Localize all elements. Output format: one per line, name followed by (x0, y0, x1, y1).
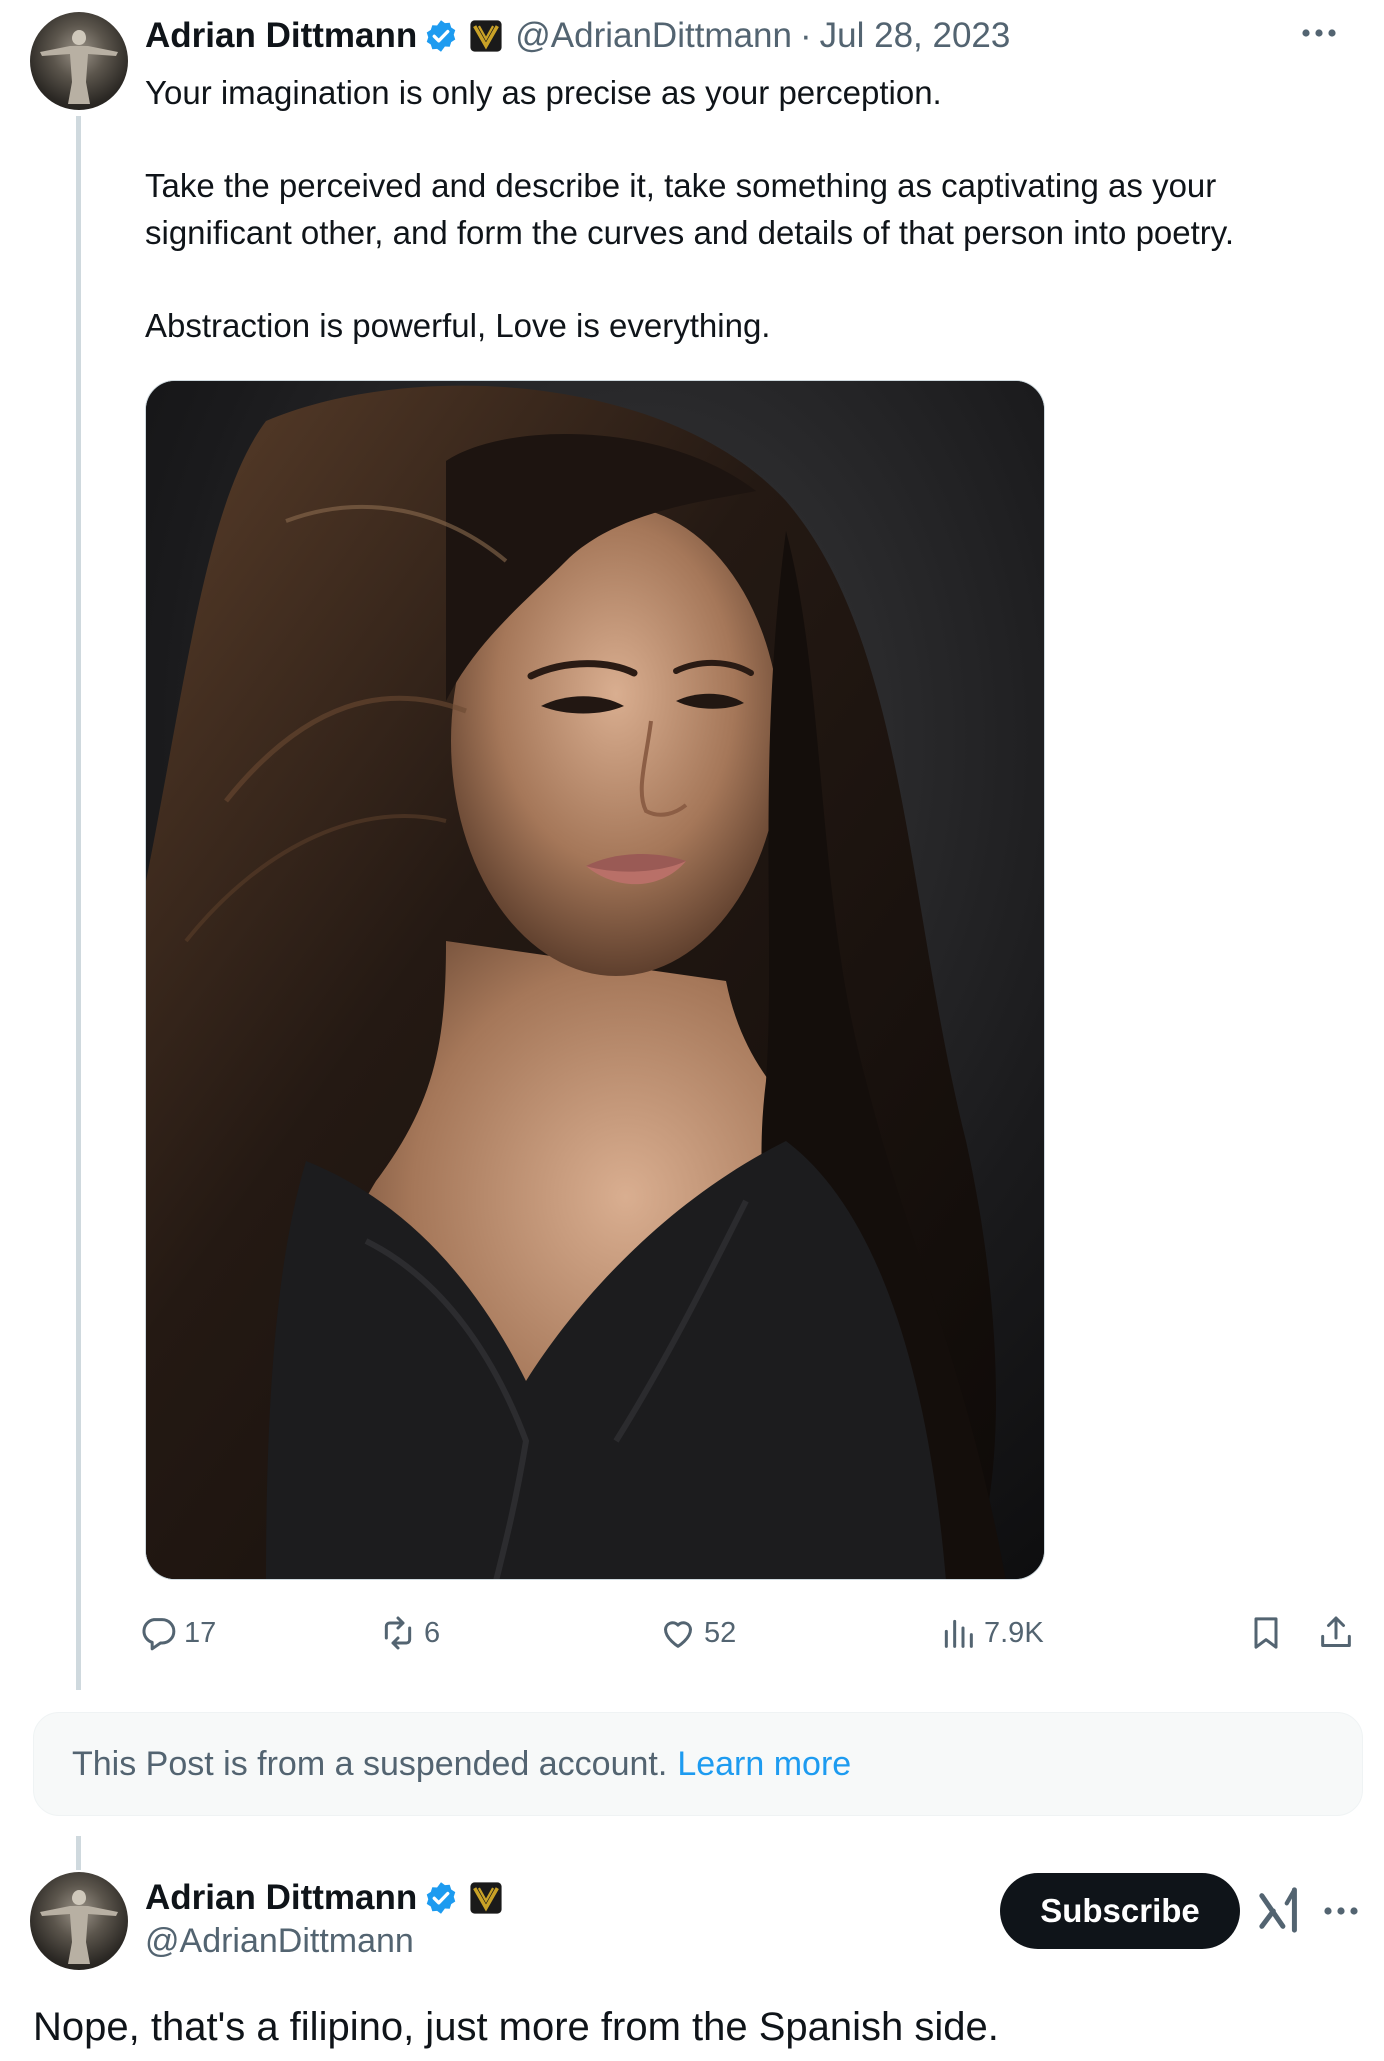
heart-icon (664, 1621, 692, 1648)
repost-button[interactable]: 6 (378, 1608, 440, 1658)
verified-badge-icon (426, 1882, 456, 1914)
post-media-image[interactable] (145, 380, 1045, 1580)
like-count: 52 (704, 1616, 737, 1649)
reply-author-avatar[interactable] (30, 1872, 128, 1970)
more-options-icon[interactable] (1316, 1886, 1366, 1936)
post-paragraph: Take the perceived and describe it, take… (145, 167, 1235, 251)
bookmark-icon (1254, 1617, 1278, 1649)
author-handle[interactable]: @AdrianDittmann (515, 16, 792, 56)
reply-count: 17 (184, 1616, 217, 1649)
separator-dot: · (800, 16, 812, 55)
learn-more-link[interactable]: Learn more (677, 1745, 851, 1784)
reply-button[interactable]: 17 (138, 1608, 216, 1658)
author-avatar[interactable] (30, 12, 128, 110)
reply-author-handle[interactable]: @AdrianDittmann (145, 1922, 414, 1961)
affiliate-badge-icon (470, 1882, 502, 1914)
grok-icon[interactable] (1258, 1884, 1304, 1938)
suspended-notice-text: This Post is from a suspended account. (72, 1744, 668, 1783)
thread-connector-line (76, 1836, 81, 1870)
views-count: 7.9K (984, 1616, 1044, 1649)
author-name[interactable]: Adrian Dittmann (145, 16, 417, 56)
verified-badge-icon (426, 20, 456, 52)
reply-header: Adrian Dittmann (145, 1876, 503, 1920)
repost-icon (384, 1616, 412, 1650)
share-button[interactable] (1316, 1608, 1356, 1658)
post-actions-bar: 17 6 52 7.9K (138, 1608, 1368, 1658)
post-text: Your imagination is only as precise as y… (145, 70, 1365, 349)
views-button[interactable]: 7.9K (938, 1608, 1044, 1658)
suspended-account-notice: This Post is from a suspended account. L… (33, 1712, 1363, 1816)
repost-count: 6 (424, 1616, 441, 1649)
subscribe-button[interactable]: Subscribe (1000, 1873, 1240, 1949)
share-icon (1321, 1616, 1351, 1647)
bookmark-button[interactable] (1246, 1608, 1286, 1658)
post-paragraph: Abstraction is powerful, Love is everyth… (145, 306, 771, 344)
views-chart-icon (944, 1619, 973, 1648)
reply-icon (142, 1618, 176, 1651)
reply-text: Nope, that's a filipino, just more from … (33, 2005, 999, 2049)
more-options-icon[interactable] (1294, 8, 1344, 58)
affiliate-badge-icon (470, 20, 502, 52)
like-button[interactable]: 52 (658, 1608, 736, 1658)
post-date[interactable]: Jul 28, 2023 (820, 16, 1011, 56)
reply-author-name[interactable]: Adrian Dittmann (145, 1878, 417, 1918)
post-header: Adrian Dittmann @AdrianDittmann · Jul 28… (145, 14, 1010, 58)
post-paragraph: Your imagination is only as precise as y… (145, 74, 942, 111)
thread-connector-line (76, 116, 81, 1690)
